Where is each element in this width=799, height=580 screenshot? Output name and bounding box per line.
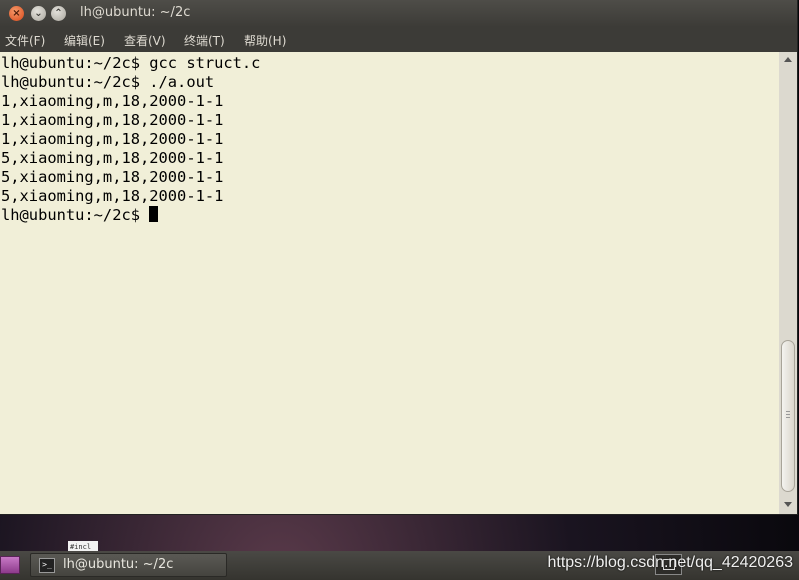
taskbar-window-button[interactable]: >_ lh@ubuntu: ~/2c bbox=[30, 553, 227, 577]
scrollbar-thumb[interactable] bbox=[781, 340, 795, 492]
terminal-prompt-line: lh@ubuntu:~/2c$ bbox=[1, 206, 159, 225]
terminal-line: 1,xiaoming,m,18,2000-1-1 bbox=[1, 130, 224, 148]
scroll-up-icon[interactable] bbox=[784, 57, 792, 62]
menu-view[interactable]: 查看(V) bbox=[124, 32, 166, 49]
terminal-prompt: lh@ubuntu:~/2c$ bbox=[1, 206, 150, 224]
terminal-line: lh@ubuntu:~/2c$ ./a.out bbox=[1, 73, 215, 91]
terminal-line: 1,xiaoming,m,18,2000-1-1 bbox=[1, 92, 224, 110]
watermark-text: https://blog.csdn.net/qq_42420263 bbox=[547, 554, 793, 571]
terminal-line: lh@ubuntu:~/2c$ gcc struct.c bbox=[1, 54, 261, 72]
grip-line bbox=[786, 417, 790, 418]
taskbar-window-label: lh@ubuntu: ~/2c bbox=[63, 557, 174, 572]
close-icon[interactable]: × bbox=[9, 6, 24, 21]
show-desktop-icon[interactable] bbox=[0, 556, 20, 574]
text-cursor bbox=[149, 206, 159, 222]
terminal-line: 1,xiaoming,m,18,2000-1-1 bbox=[1, 111, 224, 129]
terminal-icon: >_ bbox=[39, 558, 55, 573]
window-title: lh@ubuntu: ~/2c bbox=[80, 5, 191, 20]
menu-help[interactable]: 帮助(H) bbox=[244, 32, 286, 49]
grip-line bbox=[786, 414, 790, 415]
vertical-scrollbar[interactable] bbox=[779, 52, 797, 514]
title-bar[interactable]: × ⌄ ⌃ lh@ubuntu: ~/2c bbox=[0, 0, 797, 27]
terminal-line: 5,xiaoming,m,18,2000-1-1 bbox=[1, 168, 224, 186]
scroll-down-icon[interactable] bbox=[784, 502, 792, 507]
menu-terminal[interactable]: 终端(T) bbox=[184, 32, 225, 49]
maximize-icon[interactable]: ⌃ bbox=[51, 6, 66, 21]
grip-line bbox=[786, 411, 790, 412]
terminal-line: 5,xiaoming,m,18,2000-1-1 bbox=[1, 149, 224, 167]
menu-file[interactable]: 文件(F) bbox=[5, 32, 45, 49]
desktop-screen: × ⌄ ⌃ lh@ubuntu: ~/2c 文件(F) 编辑(E) 查看(V) … bbox=[0, 0, 799, 580]
terminal-window: × ⌄ ⌃ lh@ubuntu: ~/2c 文件(F) 编辑(E) 查看(V) … bbox=[0, 0, 798, 515]
terminal-line: 5,xiaoming,m,18,2000-1-1 bbox=[1, 187, 224, 205]
minimize-icon[interactable]: ⌄ bbox=[31, 6, 46, 21]
terminal-output[interactable]: lh@ubuntu:~/2c$ gcc struct.c lh@ubuntu:~… bbox=[0, 52, 779, 514]
menu-bar: 文件(F) 编辑(E) 查看(V) 终端(T) 帮助(H) bbox=[0, 27, 797, 52]
bottom-panel: >_ lh@ubuntu: ~/2c https://blog.csdn.net… bbox=[0, 551, 799, 580]
menu-edit[interactable]: 编辑(E) bbox=[64, 32, 105, 49]
